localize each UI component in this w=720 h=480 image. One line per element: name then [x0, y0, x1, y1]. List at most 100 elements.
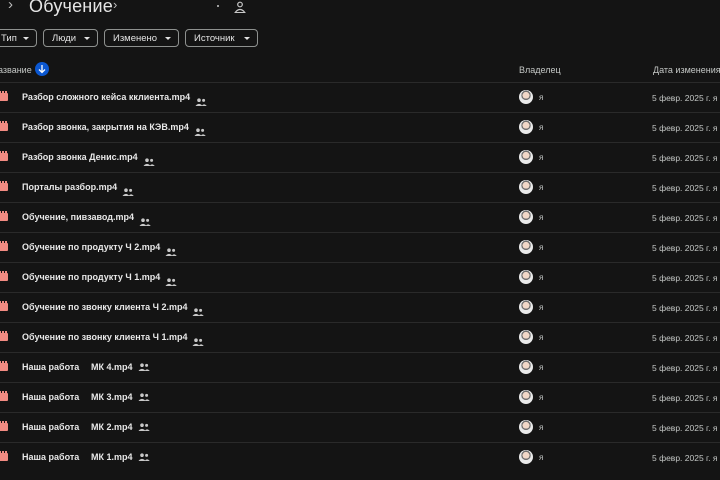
owner-name: я — [539, 183, 544, 192]
avatar — [519, 330, 533, 344]
avatar — [519, 390, 533, 404]
column-owner-header[interactable]: Владелец — [519, 65, 561, 75]
owner-name: я — [539, 213, 544, 222]
file-name: Наша работа — [22, 452, 80, 462]
avatar — [519, 420, 533, 434]
file-name: Разбор звонка, закрытия на КЭВ.mp4 — [22, 122, 189, 132]
owner-name: я — [539, 273, 544, 282]
file-name: Обучение по звонку клиента Ч 1.mp4 — [22, 332, 188, 342]
modified-date: 5 февр. 2025 г. я — [652, 153, 718, 163]
modified-date: 5 февр. 2025 г. я — [652, 363, 718, 373]
file-name: Порталы разбор.mp4 — [22, 182, 118, 192]
avatar — [519, 450, 533, 464]
file-name: Обучение по продукту Ч 1.mp4 — [22, 272, 161, 282]
video-file-icon — [0, 121, 8, 131]
file-row[interactable]: Наша работа МК 4.mp4 я 5 февр. 2025 г. я — [0, 352, 720, 382]
modified-date: 5 февр. 2025 г. я — [652, 183, 718, 193]
file-row[interactable]: Обучение по звонку клиента Ч 2.mp4 я 5 фев… — [0, 292, 720, 322]
column-header-row: азвание Владелец Дата изменения — [0, 59, 720, 83]
chevron-down-icon — [165, 37, 171, 40]
video-file-icon — [0, 181, 8, 191]
file-row[interactable]: Обучение по продукту Ч 2.mp4 я 5 февр. 202… — [0, 232, 720, 262]
file-name-part: МК 2.mp4 — [91, 422, 133, 432]
shared-people-icon — [138, 453, 150, 461]
modified-date: 5 февр. 2025 г. я — [652, 453, 718, 463]
video-file-icon — [0, 451, 8, 461]
modified-date: 5 февр. 2025 г. я — [652, 243, 718, 253]
video-file-icon — [0, 271, 8, 281]
modified-date: 5 февр. 2025 г. я — [652, 423, 718, 433]
shared-folder-people-icon[interactable] — [234, 1, 246, 13]
video-file-icon — [0, 301, 8, 311]
filter-source-label: Источник — [194, 33, 235, 44]
file-row[interactable]: Обучение по продукту Ч 1.mp4 я 5 февр. 202… — [0, 262, 720, 292]
shared-people-icon — [192, 303, 204, 316]
avatar — [519, 180, 533, 194]
column-modified-header[interactable]: Дата изменения — [653, 65, 720, 75]
filter-modified-chip[interactable]: Изменено — [104, 29, 179, 47]
modified-date: 5 февр. 2025 г. я — [652, 393, 718, 403]
page-title[interactable]: Обучение — [29, 0, 113, 17]
shared-people-icon — [165, 243, 177, 256]
shared-people-icon — [138, 423, 150, 431]
file-name: Наша работа — [22, 392, 80, 402]
owner-name: я — [539, 423, 544, 432]
shared-people-icon — [195, 93, 207, 106]
avatar — [519, 120, 533, 134]
column-name-header[interactable]: азвание — [0, 65, 32, 75]
modified-date: 5 февр. 2025 г. я — [652, 93, 718, 103]
video-file-icon — [0, 151, 8, 161]
file-row[interactable]: Обучение, пивзавод.mp4 я 5 февр. 2025 г. я — [0, 202, 720, 232]
file-row[interactable]: Обучение по звонку клиента Ч 1.mp4 я 5 фев… — [0, 322, 720, 352]
owner-name: я — [539, 303, 544, 312]
filter-type-label: Тип — [1, 33, 17, 44]
avatar — [519, 210, 533, 224]
filter-people-chip[interactable]: Люди — [43, 29, 98, 47]
video-file-icon — [0, 391, 8, 401]
file-row[interactable]: Наша работа МК 1.mp4 я 5 февр. 2025 г. я — [0, 442, 720, 472]
file-row[interactable]: Разбор сложного кейса кклиента.mp4 я 5 фев… — [0, 82, 720, 112]
file-row[interactable]: Разбор звонка Денис.mp4 я 5 февр. 2025 г. … — [0, 142, 720, 172]
file-name: Обучение, пивзавод.mp4 — [22, 212, 135, 222]
file-name: Разбор звонка Денис.mp4 — [22, 152, 138, 162]
shared-people-icon — [165, 273, 177, 286]
owner-name: я — [539, 453, 544, 462]
filter-modified-label: Изменено — [113, 33, 158, 44]
avatar — [519, 270, 533, 284]
file-name: Наша работа — [22, 362, 80, 372]
video-file-icon — [0, 331, 8, 341]
owner-name: я — [539, 93, 544, 102]
file-row[interactable]: Разбор звонка, закрытия на КЭВ.mp4 я 5 фев… — [0, 112, 720, 142]
sort-direction-button[interactable] — [35, 62, 49, 76]
owner-name: я — [539, 123, 544, 132]
modified-date: 5 февр. 2025 г. я — [652, 273, 718, 283]
shared-people-icon — [138, 363, 150, 371]
video-file-icon — [0, 421, 8, 431]
file-row[interactable]: Наша работа МК 2.mp4 я 5 февр. 2025 г. я — [0, 412, 720, 442]
shared-people-icon — [143, 153, 155, 166]
file-name: Наша работа — [22, 422, 80, 432]
owner-name: я — [539, 153, 544, 162]
file-name-suffix: МК 3.mp4 — [91, 392, 150, 402]
filter-type-chip[interactable]: Тип — [0, 29, 37, 47]
video-file-icon — [0, 211, 8, 221]
filter-people-label: Люди — [52, 33, 77, 44]
owner-name: я — [539, 363, 544, 372]
file-name: Обучение по продукту Ч 2.mp4 — [22, 242, 161, 252]
file-name-suffix: МК 1.mp4 — [91, 452, 150, 462]
shared-people-icon — [194, 123, 206, 136]
modified-date: 5 февр. 2025 г. я — [652, 303, 718, 313]
breadcrumb-chevron-icon[interactable]: › — [113, 0, 117, 12]
file-row[interactable]: Наша работа МК 3.mp4 я 5 февр. 2025 г. я — [0, 382, 720, 412]
file-name-part: МК 4.mp4 — [91, 362, 133, 372]
owner-name: я — [539, 243, 544, 252]
file-row[interactable]: Порталы разбор.mp4 я 5 февр. 2025 г. я — [0, 172, 720, 202]
video-file-icon — [0, 91, 8, 101]
arrow-down-icon — [38, 65, 46, 74]
file-name-part: МК 1.mp4 — [91, 452, 133, 462]
breadcrumb-arrow-icon[interactable]: › — [8, 0, 13, 13]
shared-people-icon — [138, 393, 150, 401]
filter-source-chip[interactable]: Источник — [185, 29, 258, 47]
shared-people-icon — [139, 213, 151, 226]
file-name: Обучение по звонку клиента Ч 2.mp4 — [22, 302, 188, 312]
